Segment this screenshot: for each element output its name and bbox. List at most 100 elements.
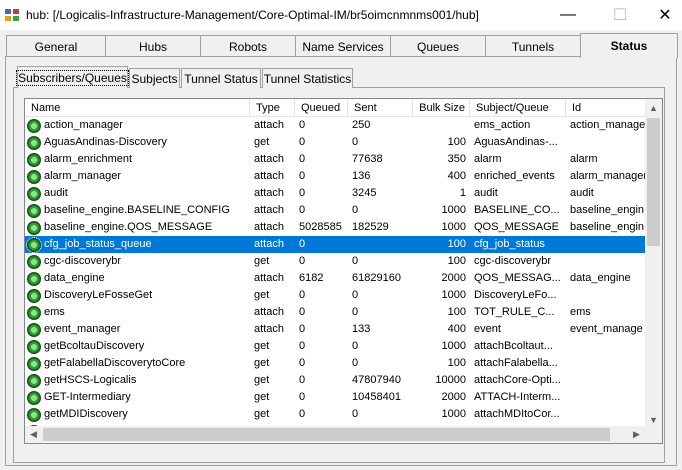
cell-name: event_manager <box>25 321 250 338</box>
list-header: Name Type Queued Sent Bulk Size Subject/… <box>25 99 645 117</box>
cell-subject-queue: cgc-discoverybr <box>474 255 552 267</box>
status-ok-icon <box>27 356 41 371</box>
row-name-label: event_manager <box>44 323 121 335</box>
cell-queued: 0 <box>299 323 306 335</box>
status-ok-icon <box>26 236 42 253</box>
cell-id <box>566 372 645 389</box>
cell-id <box>566 253 645 270</box>
table-row[interactable]: cfg_job_status_queue attach 0 100 cfg_job_st… <box>25 236 645 253</box>
cell-queued: 0 <box>299 153 306 165</box>
cell-subject-queue: cfg_job_status <box>474 238 545 250</box>
subtab-subscribers-queues[interactable]: Subscribers/Queues <box>16 66 129 88</box>
cell-sent <box>348 236 413 253</box>
cell-name: GET-Intermediary <box>25 389 250 406</box>
cell-sent: 0 <box>352 306 359 318</box>
column-header-subject-queue[interactable]: Subject/Queue <box>470 99 566 117</box>
row-name-label: cgc-discoverybr <box>44 255 122 267</box>
table-row[interactable]: alarm_enrichment attach 0 77638 350 alarm alar… <box>25 151 645 168</box>
cell-bulk-size: 2000 <box>441 272 466 284</box>
cell-queued: 0 <box>299 204 306 216</box>
cell-sent: 0 <box>352 255 359 267</box>
cell-id <box>566 338 645 355</box>
cell-name: DiscoveryLeFosseGet <box>25 287 250 304</box>
tab-tunnels[interactable]: Tunnels <box>485 35 581 57</box>
scroll-right-arrow-icon[interactable]: ▶ <box>628 426 645 443</box>
table-row[interactable]: ems attach 0 0 100 TOT_RULE_C... ems <box>25 304 645 321</box>
scroll-left-arrow-icon[interactable]: ◀ <box>25 426 42 443</box>
tab-robots[interactable]: Robots <box>200 35 296 57</box>
cell-id: ems <box>570 306 591 318</box>
table-row[interactable]: audit attach 0 3245 1 audit audit <box>25 185 645 202</box>
cell-type: get <box>254 255 270 267</box>
status-ok-icon <box>27 220 41 235</box>
column-header-sent[interactable]: Sent <box>348 99 413 117</box>
table-row[interactable]: data_engine attach 6182 61829160 2000 QOS_MES… <box>25 270 645 287</box>
subscribers-list[interactable]: Name Type Queued Sent Bulk Size Subject/… <box>24 98 663 444</box>
maximize-button[interactable]: ☐ <box>597 0 643 30</box>
cell-queued: 0 <box>299 391 306 403</box>
table-row[interactable]: action_manager attach 0 250 ems_action action… <box>25 117 645 134</box>
table-row[interactable]: getFalabellaDiscoverytoCore get 0 0 100 attac… <box>25 355 645 372</box>
column-header-name[interactable]: Name <box>25 99 250 117</box>
cell-type: get <box>254 289 270 301</box>
minimize-button[interactable]: — <box>545 0 591 30</box>
subtab-tunnel-status[interactable]: Tunnel Status <box>181 68 261 88</box>
cell-queued: 0 <box>299 306 306 318</box>
cell-name: data_engine <box>25 270 250 287</box>
cell-name: baseline_engine.BASELINE_CONFIG <box>25 202 250 219</box>
cell-type: attach <box>254 170 284 182</box>
cell-bulk-size: 10000 <box>435 374 466 386</box>
table-row[interactable]: event_manager attach 0 133 400 event event_man… <box>25 321 645 338</box>
table-row[interactable]: getBcoltauDiscovery get 0 0 1000 attachBcolta… <box>25 338 645 355</box>
hub-app-icon <box>4 7 20 23</box>
table-row[interactable]: DiscoveryLeFosseGet get 0 0 1000 DiscoveryLeF… <box>25 287 645 304</box>
row-name-label: action_manager <box>44 119 123 131</box>
cell-name: ems <box>25 304 250 321</box>
cell-subject-queue: audit <box>474 187 498 199</box>
tab-status[interactable]: Status <box>580 33 678 58</box>
tab-general[interactable]: General <box>6 35 106 57</box>
subtab-subjects[interactable]: Subjects <box>129 68 180 88</box>
cell-bulk-size: 1000 <box>441 204 466 216</box>
column-header-queued[interactable]: Queued <box>295 99 348 117</box>
cell-bulk-size: 100 <box>447 306 466 318</box>
vertical-scrollbar[interactable]: ▲ ▼ <box>645 99 662 428</box>
table-row[interactable]: getHSCS-Logicalis get 0 47807940 10000 attach… <box>25 372 645 389</box>
status-ok-icon <box>27 203 41 218</box>
cell-subject-queue: QOS_MESSAGE <box>474 221 559 233</box>
column-header-id[interactable]: Id <box>566 99 645 117</box>
cell-type: get <box>254 408 270 420</box>
cell-queued: 0 <box>299 170 306 182</box>
cell-subject-queue: ATTACH-Interm... <box>474 391 561 403</box>
cell-name: getHSCS-Logicalis <box>25 372 250 389</box>
table-row[interactable]: baseline_engine.BASELINE_CONFIG attach 0 0 1… <box>25 202 645 219</box>
row-name-label: baseline_engine.BASELINE_CONFIG <box>44 204 230 216</box>
close-button[interactable]: ✕ <box>642 0 682 30</box>
tab-name-services[interactable]: Name Services <box>295 35 391 57</box>
scrollbar-corner <box>645 426 662 443</box>
column-header-bulk-size[interactable]: Bulk Size <box>413 99 470 117</box>
vertical-scroll-thumb[interactable] <box>647 118 660 246</box>
column-header-type[interactable]: Type <box>250 99 295 117</box>
row-name-label: getMDIDiscovery <box>44 408 128 420</box>
horizontal-scrollbar[interactable]: ◀ ▶ <box>25 426 645 443</box>
horizontal-scroll-thumb[interactable] <box>43 428 610 441</box>
row-name-label: GET-Intermediary <box>44 391 131 403</box>
cell-sent: 0 <box>352 204 359 216</box>
table-row[interactable]: getMDIDiscovery get 0 0 1000 attachMDItoCor..… <box>25 406 645 423</box>
table-row[interactable]: AguasAndinas-Discovery get 0 0 100 AguasAndin… <box>25 134 645 151</box>
table-row[interactable]: baseline_engine.QOS_MESSAGE attach 5028585… <box>25 219 645 236</box>
subtab-tunnel-statistics[interactable]: Tunnel Statistics <box>262 68 353 88</box>
table-row[interactable]: cgc-discoverybr get 0 0 100 cgc-discoverybr <box>25 253 645 270</box>
table-row[interactable]: GET-Intermediary get 0 10458401 2000 ATTACH-I… <box>25 389 645 406</box>
cell-queued: 0 <box>299 238 306 250</box>
cell-sent: 0 <box>352 289 359 301</box>
table-row[interactable]: alarm_manager attach 0 136 400 enriched_event… <box>25 168 645 185</box>
cell-sent: 10458401 <box>352 391 401 403</box>
cell-bulk-size: 100 <box>447 357 466 369</box>
cell-queued: 0 <box>299 374 306 386</box>
scroll-up-arrow-icon[interactable]: ▲ <box>645 99 662 116</box>
list-rows: action_manager attach 0 250 ems_action action… <box>25 117 645 440</box>
tab-hubs[interactable]: Hubs <box>105 35 201 57</box>
tab-queues[interactable]: Queues <box>390 35 486 57</box>
